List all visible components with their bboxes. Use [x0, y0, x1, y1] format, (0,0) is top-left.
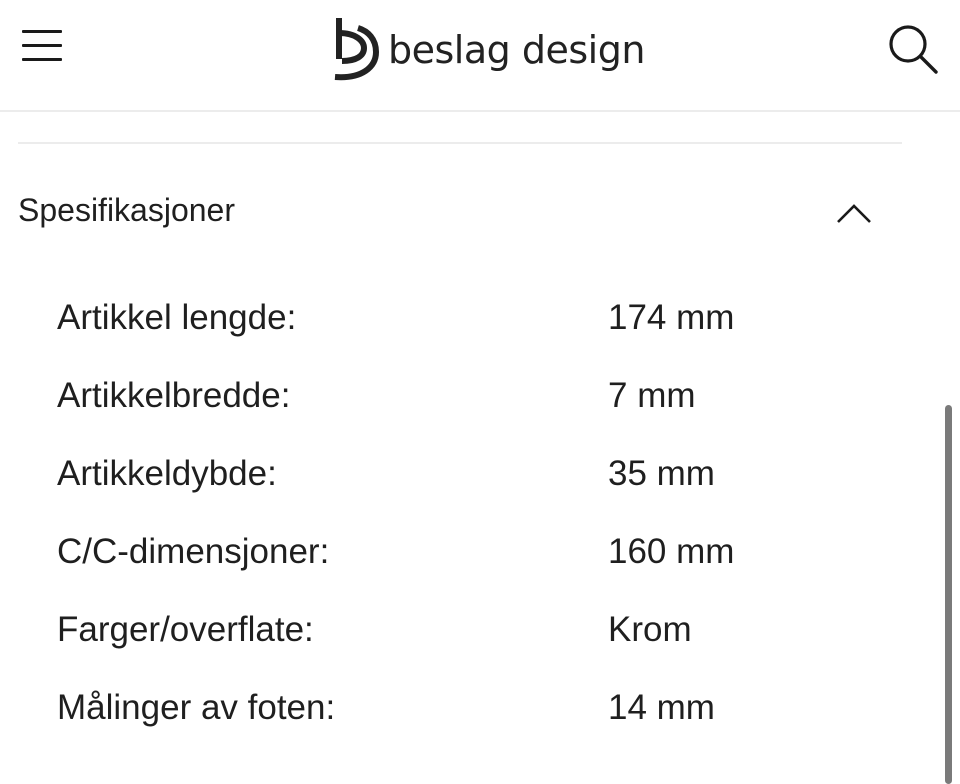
site-header: beslag design: [0, 0, 960, 112]
spec-row: Artikkelbredde: 7 mm: [0, 358, 900, 436]
specifications-accordion-header[interactable]: Spesifikasjoner: [0, 170, 900, 254]
spec-row: Målinger av foten: 14 mm: [0, 670, 900, 748]
chevron-up-icon: [837, 204, 871, 223]
spec-value: 160 mm: [608, 532, 735, 571]
search-icon: [889, 25, 938, 74]
spec-label: Artikkeldybde:: [57, 454, 277, 493]
spec-value: 35 mm: [608, 454, 715, 493]
spec-row: Artikkel lengde: 174 mm: [0, 280, 900, 358]
spec-label: Målinger av foten:: [57, 688, 336, 727]
spec-value: 174 mm: [608, 298, 735, 337]
page: beslag design Spesifikasjoner Artikkel l…: [0, 0, 960, 784]
spec-row: Farger/overflate: Krom: [0, 592, 900, 670]
spec-label: C/C-dimensjoner:: [57, 532, 330, 571]
logo-mark-icon: [334, 18, 380, 81]
brand-logo[interactable]: beslag design: [332, 14, 645, 84]
spec-label: Farger/overflate:: [57, 610, 314, 649]
brand-name: beslag design: [388, 28, 645, 72]
search-button[interactable]: [884, 18, 942, 76]
hamburger-menu-icon: [22, 30, 62, 33]
spec-label: Artikkelbredde:: [57, 376, 291, 415]
hamburger-menu-icon-line: [22, 58, 62, 61]
section-title: Spesifikasjoner: [18, 192, 235, 228]
section-divider: [18, 142, 902, 144]
spec-label: Artikkel lengde:: [57, 298, 297, 337]
spec-value: 14 mm: [608, 688, 715, 727]
spec-row: C/C-dimensjoner: 160 mm: [0, 514, 900, 592]
spec-row: Artikkeldybde: 35 mm: [0, 436, 900, 514]
scrollbar-thumb[interactable]: [945, 405, 952, 784]
spec-value: 7 mm: [608, 376, 696, 415]
menu-button[interactable]: [18, 26, 66, 66]
hamburger-menu-icon-line: [22, 44, 62, 47]
spec-value: Krom: [608, 610, 692, 649]
specifications-list: Artikkel lengde: 174 mm Artikkelbredde: …: [0, 280, 900, 748]
